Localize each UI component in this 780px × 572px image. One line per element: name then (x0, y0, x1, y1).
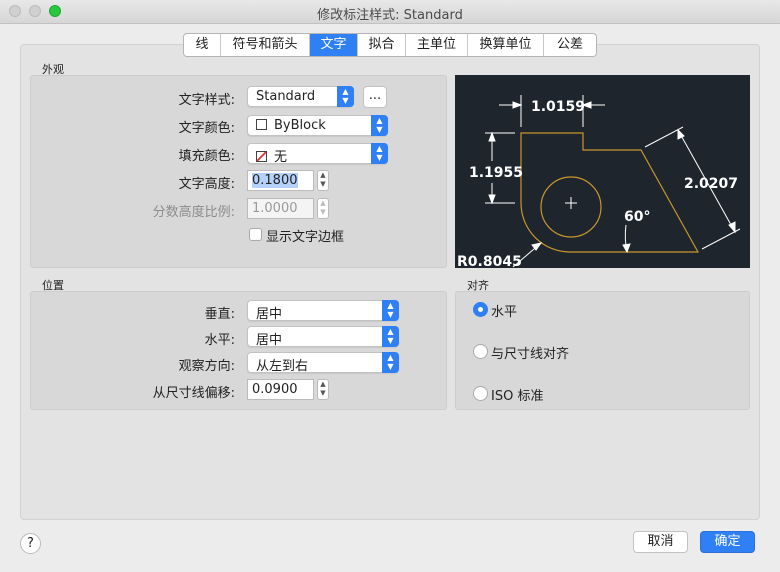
vertical-value: 居中 (256, 307, 283, 322)
offset-from-dim-line-field[interactable]: 0.0900 (247, 379, 314, 400)
preview-geometry (520, 132, 700, 253)
preview-angle: 60° (624, 209, 650, 225)
fraction-height-scale-stepper[interactable]: ▲ ▼ (317, 198, 329, 219)
text-style-value: Standard (256, 89, 316, 104)
tab-alternate-units[interactable]: 换算单位 (468, 34, 544, 56)
offset-stepper[interactable]: ▲ ▼ (317, 379, 329, 400)
chevron-updown-icon: ▲ ▼ (382, 326, 399, 347)
tab-tolerances[interactable]: 公差 (544, 34, 596, 56)
chevron-updown-icon: ▲ ▼ (337, 86, 354, 107)
align-horizontal-label: 水平 (491, 305, 518, 320)
chevron-updown-icon: ▲ ▼ (371, 115, 388, 136)
tab-fit[interactable]: 拟合 (358, 34, 406, 56)
ok-button[interactable]: 确定 (700, 531, 755, 553)
text-style-browse-button[interactable]: ... (363, 86, 387, 108)
text-color-value: ByBlock (274, 118, 326, 133)
text-style-label: 文字样式: (178, 93, 235, 108)
tab-lines[interactable]: 线 (184, 34, 221, 56)
horizontal-value: 居中 (256, 333, 283, 348)
horizontal-popup[interactable]: 居中 ▲ ▼ (247, 326, 399, 348)
dimension-preview: 1.0159 1.1955 2.0207 60° R0.8045 (455, 75, 750, 270)
align-iso-standard-label: ISO 标准 (491, 389, 544, 404)
tab-text[interactable]: 文字 (310, 34, 358, 56)
fraction-height-scale-field[interactable]: 1.0000 (247, 198, 314, 219)
title-bar: 修改标注样式: Standard (0, 0, 780, 24)
align-iso-standard-radio[interactable] (473, 386, 488, 401)
no-fill-swatch-icon (256, 151, 267, 162)
preview-radius: R0.8045 (457, 254, 522, 268)
text-height-stepper[interactable]: ▲ ▼ (317, 170, 329, 191)
align-with-dim-line-label: 与尺寸线对齐 (491, 347, 570, 362)
chevron-updown-icon: ▲ ▼ (382, 300, 399, 321)
chevron-updown-icon: ▲ ▼ (371, 143, 388, 164)
chevron-updown-icon: ▲ ▼ (382, 352, 399, 373)
fill-color-value: 无 (274, 150, 288, 165)
text-style-popup[interactable]: Standard ▲ ▼ (247, 86, 354, 107)
align-with-dim-line-radio[interactable] (473, 344, 488, 359)
tab-bar: 线 符号和箭头 文字 拟合 主单位 换算单位 公差 (183, 33, 597, 57)
fill-color-label: 填充颜色: (178, 149, 235, 164)
preview-drawing: 1.0159 1.1955 2.0207 60° R0.8045 (457, 95, 741, 270)
text-color-popup[interactable]: ByBlock ▲ ▼ (247, 115, 388, 136)
cancel-button[interactable]: 取消 (633, 531, 688, 553)
view-direction-value: 从左到右 (256, 359, 309, 374)
help-button[interactable]: ? (20, 533, 41, 554)
window-title: 修改标注样式: Standard (317, 8, 463, 23)
text-height-label: 文字高度: (178, 177, 235, 192)
preview-dim-left: 1.1955 (469, 165, 523, 181)
offset-from-dim-line-label: 从尺寸线偏移: (152, 386, 235, 401)
view-direction-label: 观察方向: (178, 359, 235, 374)
draw-frame-label: 显示文字边框 (266, 230, 345, 245)
vertical-popup[interactable]: 居中 ▲ ▼ (247, 300, 399, 322)
horizontal-label: 水平: (204, 333, 235, 348)
tab-primary-units[interactable]: 主单位 (406, 34, 468, 56)
tab-symbols-arrows[interactable]: 符号和箭头 (221, 34, 310, 56)
align-horizontal-radio[interactable] (473, 302, 488, 317)
vertical-label: 垂直: (204, 307, 235, 322)
view-direction-popup[interactable]: 从左到右 ▲ ▼ (247, 352, 399, 374)
text-height-field[interactable]: 0.1800 (247, 170, 314, 191)
fraction-height-scale-label: 分数高度比例: (152, 205, 235, 220)
preview-dim-top: 1.0159 (531, 99, 585, 115)
draw-frame-checkbox[interactable] (249, 228, 262, 241)
preview-dim-right: 2.0207 (684, 176, 738, 192)
color-swatch-icon (256, 119, 267, 130)
text-color-label: 文字颜色: (178, 121, 235, 136)
fill-color-popup[interactable]: 无 ▲ ▼ (247, 143, 388, 165)
